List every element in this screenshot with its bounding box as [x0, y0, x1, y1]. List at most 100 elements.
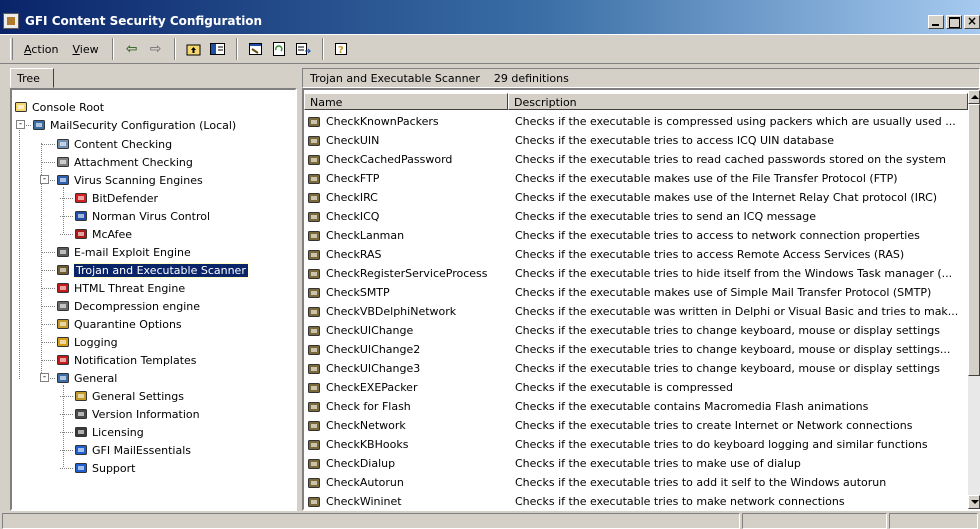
tree-connector-line	[19, 125, 20, 379]
tree-item[interactable]: MailSecurity Configuration (Local)	[32, 116, 236, 134]
column-header-description[interactable]: Description	[508, 93, 968, 110]
definition-row[interactable]: CheckAutorun Checks if the executable tri…	[306, 473, 966, 492]
tree-item[interactable]: Trojan and Executable Scanner	[56, 261, 249, 279]
tree-item[interactable]: Support	[74, 459, 135, 477]
definition-name: CheckSMTP	[326, 286, 390, 299]
trojan-scanner-icon	[57, 265, 69, 275]
tree-item[interactable]: Notification Templates	[56, 351, 197, 369]
tree-item[interactable]: Logging	[56, 333, 118, 351]
tree-item[interactable]: E-mail Exploit Engine	[56, 243, 191, 261]
tree-item[interactable]: Virus Scanning Engines	[56, 171, 203, 189]
tree-item[interactable]: General	[56, 369, 117, 387]
definition-row[interactable]: CheckKBHooks Checks if the executable tri…	[306, 435, 966, 454]
tree-collapse-toggle[interactable]: -	[40, 175, 49, 184]
tab-tree[interactable]: Tree	[10, 68, 54, 88]
definition-row[interactable]: CheckRegisterServiceProcess Checks if the…	[306, 264, 966, 283]
definition-row[interactable]: CheckSMTP Checks if the executable makes …	[306, 283, 966, 302]
back-button[interactable]: ⇦	[121, 38, 143, 60]
tree-item[interactable]: GFI MailEssentials	[74, 441, 191, 459]
scroll-down-button[interactable]	[968, 495, 980, 509]
definition-row[interactable]: CheckFTP Checks if the executable makes u…	[306, 169, 966, 188]
tree-item[interactable]: Version Information	[74, 405, 200, 423]
tree-item[interactable]: Decompression engine	[56, 297, 200, 315]
tree-item[interactable]: Attachment Checking	[56, 153, 193, 171]
definition-row[interactable]: CheckEXEPacker Checks if the executable i…	[306, 378, 966, 397]
definition-name: CheckUIN	[326, 134, 380, 147]
tree-item[interactable]: HTML Threat Engine	[56, 279, 185, 297]
scroll-up-button[interactable]	[968, 90, 980, 104]
refresh-button[interactable]	[269, 38, 291, 60]
settings-icon	[75, 391, 87, 401]
toolbar-grip[interactable]	[10, 38, 13, 60]
tree-item-label: General	[74, 371, 118, 385]
definition-row[interactable]: CheckUIN Checks if the executable tries t…	[306, 131, 966, 150]
tree-collapse-toggle[interactable]: -	[16, 120, 25, 129]
ie-icon	[75, 445, 87, 455]
definition-name: CheckUIChange	[326, 324, 414, 337]
menu-action[interactable]: Action	[17, 41, 65, 58]
tree-item[interactable]: McAfee	[74, 225, 132, 243]
definition-row[interactable]: CheckVBDelphiNetwork Checks if the execut…	[306, 302, 966, 321]
tree-item[interactable]: General Settings	[74, 387, 184, 405]
forward-button[interactable]: ⇨	[145, 38, 167, 60]
trojan-definition-icon	[308, 154, 320, 165]
definition-row[interactable]: CheckWininet Checks if the executable tri…	[306, 492, 966, 509]
definition-name: CheckVBDelphiNetwork	[326, 305, 457, 318]
definition-description: Checks if the executable tries to access…	[515, 134, 835, 147]
tree-connector-line	[42, 162, 55, 163]
tree-item[interactable]: Console Root	[14, 98, 104, 116]
definition-row[interactable]: CheckRAS Checks if the executable tries t…	[306, 245, 966, 264]
tree-item-label: Attachment Checking	[74, 155, 193, 169]
definition-name: CheckICQ	[326, 210, 380, 223]
definition-description: Checks if the executable tries to hide i…	[515, 267, 953, 280]
vertical-scrollbar[interactable]	[968, 90, 980, 509]
tree-item[interactable]: Licensing	[74, 423, 144, 441]
content-checking-icon	[57, 139, 69, 149]
tree-item[interactable]: BitDefender	[74, 189, 158, 207]
trojan-definition-icon	[308, 249, 320, 260]
definition-row[interactable]: CheckUIChange2 Checks if the executable t…	[306, 340, 966, 359]
definition-row[interactable]: CheckLanman Checks if the executable trie…	[306, 226, 966, 245]
definition-name: CheckKBHooks	[326, 438, 409, 451]
tree-collapse-toggle[interactable]: -	[40, 373, 49, 382]
definition-row[interactable]: Check for Flash Checks if the executable …	[306, 397, 966, 416]
scroll-thumb[interactable]	[968, 104, 980, 376]
definition-row[interactable]: CheckCachedPassword Checks if the executa…	[306, 150, 966, 169]
tree-connector-line	[60, 468, 73, 469]
export-list-button[interactable]	[293, 38, 315, 60]
show-hide-tree-button[interactable]	[207, 38, 229, 60]
minimize-button[interactable]	[928, 15, 944, 29]
status-bar	[0, 511, 980, 529]
definition-name: Check for Flash	[326, 400, 411, 413]
definition-description: Checks if the executable tries to change…	[515, 324, 940, 337]
definition-row[interactable]: CheckIRC Checks if the executable makes u…	[306, 188, 966, 207]
column-header-name[interactable]: Name	[304, 93, 508, 110]
definition-row[interactable]: CheckUIChange3 Checks if the executable t…	[306, 359, 966, 378]
maximize-button[interactable]	[946, 15, 962, 29]
trojan-definition-icon	[308, 230, 320, 241]
definition-row[interactable]: CheckDialup Checks if the executable trie…	[306, 454, 966, 473]
definition-row[interactable]: CheckUIChange Checks if the executable tr…	[306, 321, 966, 340]
tree-item[interactable]: Norman Virus Control	[74, 207, 210, 225]
close-button[interactable]: ×	[964, 15, 980, 29]
tree-item-label: McAfee	[92, 227, 133, 241]
up-one-level-button[interactable]	[183, 38, 205, 60]
tree-item-label: Support	[92, 461, 136, 475]
trojan-definition-icon	[308, 382, 320, 393]
tree-connector-line	[42, 324, 55, 325]
definition-row[interactable]: CheckICQ Checks if the executable tries t…	[306, 207, 966, 226]
definition-description: Checks if the executable tries to make u…	[515, 457, 801, 470]
tree-connector-line	[42, 306, 55, 307]
definition-name: CheckKnownPackers	[326, 115, 439, 128]
tree-item[interactable]: Content Checking	[56, 135, 172, 153]
tree-item-label: Quarantine Options	[74, 317, 182, 331]
definition-row[interactable]: CheckKnownPackers Checks if the executabl…	[306, 112, 966, 131]
help-button[interactable]: ?	[331, 38, 353, 60]
tree-item[interactable]: Quarantine Options	[56, 315, 182, 333]
refresh-icon	[273, 42, 286, 56]
definition-row[interactable]: CheckNetwork Checks if the executable tri…	[306, 416, 966, 435]
menu-view[interactable]: View	[65, 41, 105, 58]
tree-item-label: Norman Virus Control	[92, 209, 211, 223]
properties-button[interactable]	[245, 38, 267, 60]
toolbar-separator	[111, 38, 114, 60]
